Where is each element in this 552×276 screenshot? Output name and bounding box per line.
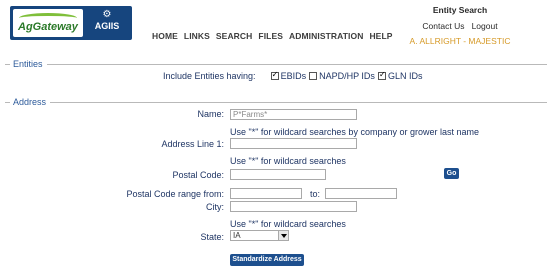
- address-divider: [5, 102, 547, 103]
- state-select[interactable]: IA: [230, 230, 289, 241]
- postal-from-input[interactable]: [230, 188, 302, 199]
- state-label: State:: [200, 232, 224, 242]
- entities-legend: Entities: [10, 59, 47, 69]
- main-nav: HOME LINKS SEARCH FILES ADMINISTRATION H…: [152, 31, 393, 41]
- nav-administration[interactable]: ADMINISTRATION: [289, 31, 363, 41]
- ebids-label: EBIDs: [280, 71, 307, 81]
- nav-search[interactable]: SEARCH: [216, 31, 253, 41]
- agiis-emblem-icon: ⚙: [102, 9, 112, 20]
- aggateway-logo: AgGateway: [13, 9, 83, 37]
- go-button[interactable]: Go: [444, 168, 459, 179]
- standardize-address-button[interactable]: Standardize Address: [230, 254, 304, 266]
- address-legend: Address: [10, 97, 51, 107]
- user-name: A. ALLRIGHT - MAJESTIC: [409, 36, 511, 46]
- agiis-logo[interactable]: AgGateway ⚙ AGIIS: [10, 6, 132, 40]
- napd-checkbox[interactable]: [309, 72, 318, 80]
- agiis-logo-text: AGIIS: [94, 21, 120, 31]
- name-hint: Use "*" for wildcard searches by company…: [230, 127, 479, 137]
- postal-to-input[interactable]: [325, 188, 397, 199]
- city-label: City:: [206, 202, 224, 212]
- logout-link[interactable]: Logout: [472, 21, 498, 31]
- dropdown-arrow-icon: [278, 231, 288, 240]
- nav-files[interactable]: FILES: [258, 31, 283, 41]
- entities-filter: Include Entities having: EBIDs NAPD/HP I…: [163, 70, 423, 81]
- address-line1-label: Address Line 1:: [161, 139, 224, 149]
- page-title: Entity Search: [432, 5, 488, 15]
- header-right: Entity Search Contact Us Logout A. ALLRI…: [390, 5, 530, 46]
- nav-links[interactable]: LINKS: [184, 31, 210, 41]
- name-label: Name:: [197, 109, 224, 119]
- napd-label: NAPD/HP IDs: [319, 71, 375, 81]
- gln-label: GLN IDs: [387, 71, 423, 81]
- postal-code-label: Postal Code:: [172, 170, 224, 180]
- postal-code-input[interactable]: [230, 169, 326, 180]
- nav-home[interactable]: HOME: [152, 31, 178, 41]
- contact-us-link[interactable]: Contact Us: [422, 21, 464, 31]
- gln-checkbox[interactable]: [377, 70, 386, 80]
- aggateway-logo-text: AgGateway: [18, 21, 78, 33]
- name-input[interactable]: [230, 109, 357, 120]
- city-hint: Use "*" for wildcard searches: [230, 219, 346, 229]
- state-selected-value: IA: [233, 231, 241, 240]
- agiis-mark: ⚙ AGIIS: [86, 10, 128, 36]
- include-entities-label: Include Entities having:: [163, 71, 256, 81]
- to-label: to:: [310, 189, 321, 199]
- postal-range-label: Postal Code range from:: [126, 189, 224, 199]
- entities-divider: [5, 64, 547, 65]
- address-line1-input[interactable]: [230, 138, 357, 149]
- address-line1-hint: Use "*" for wildcard searches: [230, 156, 346, 166]
- header-links: Contact Us Logout: [390, 21, 530, 31]
- ebids-checkbox[interactable]: [270, 70, 279, 80]
- city-input[interactable]: [230, 201, 357, 212]
